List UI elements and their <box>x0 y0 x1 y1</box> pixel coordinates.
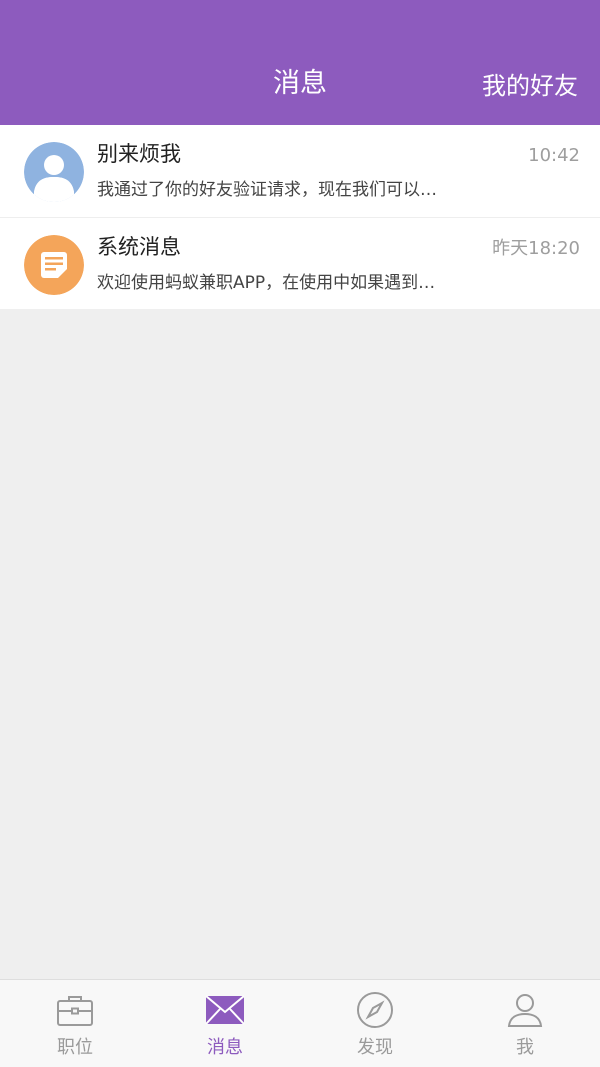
conversation-preview: 我通过了你的好友验证请求，现在我们可以… <box>97 180 437 200</box>
bottom-tab-bar: 职位 消息 发现 我 <box>0 979 600 1067</box>
user-avatar-icon <box>24 142 84 202</box>
tab-messages[interactable]: 消息 <box>150 980 300 1067</box>
conversation-item[interactable]: 别来烦我 10:42 我通过了你的好友验证请求，现在我们可以… <box>0 125 600 217</box>
tab-label: 发现 <box>357 1037 393 1058</box>
briefcase-icon <box>55 990 95 1030</box>
conversation-preview: 欢迎使用蚂蚁兼职APP，在使用中如果遇到… <box>97 273 436 293</box>
app-root: 消息 我的好友 别来烦我 10:42 我通过了你的好友验证请求，现在我们可以… <box>0 0 600 1067</box>
my-friends-button[interactable]: 我的好友 <box>482 68 578 104</box>
tab-label: 职位 <box>57 1037 93 1058</box>
conversation-name: 系统消息 <box>97 235 181 259</box>
conversation-time: 10:42 <box>528 145 580 166</box>
conversation-item[interactable]: 系统消息 昨天18:20 欢迎使用蚂蚁兼职APP，在使用中如果遇到… <box>0 217 600 309</box>
envelope-icon <box>205 990 245 1030</box>
tab-label: 我 <box>516 1037 534 1058</box>
top-header: 消息 我的好友 <box>0 0 600 125</box>
conversation-list: 别来烦我 10:42 我通过了你的好友验证请求，现在我们可以… 系统消息 昨天1… <box>0 125 600 309</box>
conversation-time: 昨天18:20 <box>492 238 580 259</box>
tab-jobs[interactable]: 职位 <box>0 980 150 1067</box>
tab-me[interactable]: 我 <box>450 980 600 1067</box>
person-icon <box>505 990 545 1030</box>
compass-icon <box>355 990 395 1030</box>
tab-discover[interactable]: 发现 <box>300 980 450 1067</box>
system-notice-icon <box>24 235 84 295</box>
conversation-name: 别来烦我 <box>97 142 181 166</box>
tab-label: 消息 <box>207 1037 243 1058</box>
